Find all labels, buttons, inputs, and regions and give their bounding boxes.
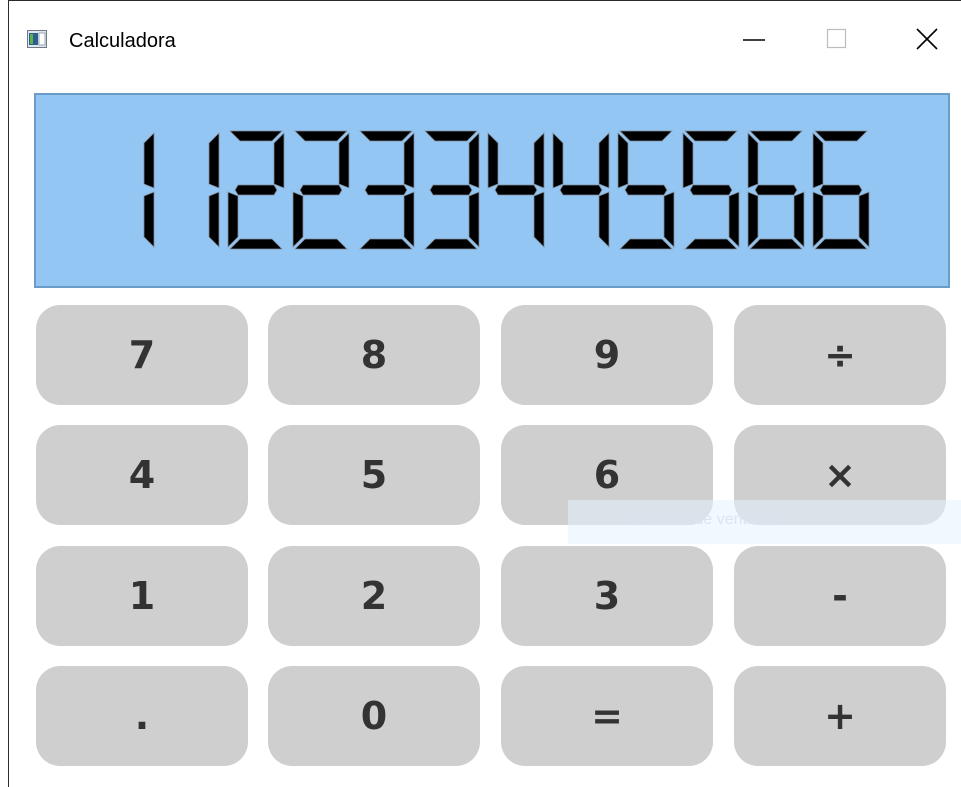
lcd-segment-g [364,184,408,196]
key-3[interactable]: 3 [501,546,713,646]
lcd-segment-d [619,238,673,250]
lcd-segment-g [754,184,798,196]
lcd-segment-g [494,184,538,196]
lcd-segment-a [749,130,803,142]
maximize-button[interactable] [815,21,861,61]
lcd-segment-e [227,191,239,248]
lcd-segment-d [684,238,738,250]
display-digit [747,130,805,250]
lcd-segment-e [747,191,759,248]
minimize-button[interactable] [731,21,777,61]
title-bar[interactable]: Calculadora [9,1,961,71]
lcd-segment-g [299,184,343,196]
key-4[interactable]: 4 [36,425,248,525]
key-7[interactable]: 7 [36,305,248,405]
display-digit [143,132,155,248]
lcd-segment-g [689,184,733,196]
lcd-segment-e [292,191,304,248]
key-9[interactable]: 9 [501,305,713,405]
lcd-segment-a [424,130,478,142]
lcd-segment-b [468,132,480,189]
lcd-segment-d [424,238,478,250]
lcd-segment-g [819,184,863,196]
lcd-segment-f [747,132,759,189]
lcd-segment-b [208,132,220,189]
lcd-segment-d [359,238,413,250]
lcd-segment-a [229,130,283,142]
display-digit [227,130,285,250]
lcd-segment-c [793,191,805,248]
key-subtract[interactable]: - [734,546,946,646]
display-readout [143,130,870,250]
key-0[interactable]: 0 [268,666,480,766]
lcd-segment-a [619,130,673,142]
lcd-segment-f [617,132,629,189]
lcd-segment-e [812,191,824,248]
lcd-segment-d [294,238,348,250]
close-button[interactable] [903,21,949,61]
lcd-segment-c [468,191,480,248]
lcd-segment-d [749,238,803,250]
key-decimal[interactable]: . [36,666,248,766]
display-digit [617,130,675,250]
lcd-segment-d [229,238,283,250]
display-digit [424,130,480,250]
lcd-segment-c [598,191,610,248]
lcd-segment-a [294,130,348,142]
lcd-segment-b [598,132,610,189]
lcd-segment-b [273,132,285,189]
key-2[interactable]: 2 [268,546,480,646]
lcd-segment-b [338,132,350,189]
key-equals[interactable]: = [501,666,713,766]
lcd-segment-b [533,132,545,189]
maximize-icon [826,28,847,49]
window-snip-overlay: Recorte de ventana [568,500,961,544]
display-digit [208,132,220,248]
key-5[interactable]: 5 [268,425,480,525]
key-8[interactable]: 8 [268,305,480,405]
display-digit [552,132,610,248]
lcd-segment-f [812,132,824,189]
lcd-segment-f [552,132,564,189]
key-add[interactable]: + [734,666,946,766]
lcd-segment-c [663,191,675,248]
close-icon [916,28,938,50]
lcd-segment-c [403,191,415,248]
calculator-window: Calculadora 7 8 9 ÷ 4 5 6 × 1 2 3 - . 0 … [8,0,961,787]
lcd-segment-a [684,130,738,142]
lcd-segment-c [533,191,545,248]
display-digit [292,130,350,250]
window-title: Calculadora [69,30,176,52]
lcd-segment-g [429,184,473,196]
key-divide[interactable]: ÷ [734,305,946,405]
lcd-segment-g [234,184,278,196]
calculator-window-icon [27,30,47,48]
lcd-segment-a [814,130,868,142]
lcd-segment-d [814,238,868,250]
lcd-segment-c [208,191,220,248]
lcd-segment-c [143,191,155,248]
display-digit [682,130,740,250]
display-digit [487,132,545,248]
lcd-segment-b [403,132,415,189]
lcd-segment-c [728,191,740,248]
key-1[interactable]: 1 [36,546,248,646]
lcd-segment-c [858,191,870,248]
display-panel [34,93,950,288]
lcd-segment-b [143,132,155,189]
display-digit [812,130,870,250]
display-digit [359,130,415,250]
lcd-segment-g [559,184,603,196]
lcd-segment-a [359,130,413,142]
lcd-segment-f [682,132,694,189]
lcd-segment-f [487,132,499,189]
lcd-segment-g [624,184,668,196]
window-snip-label: Recorte de ventana [634,511,774,528]
